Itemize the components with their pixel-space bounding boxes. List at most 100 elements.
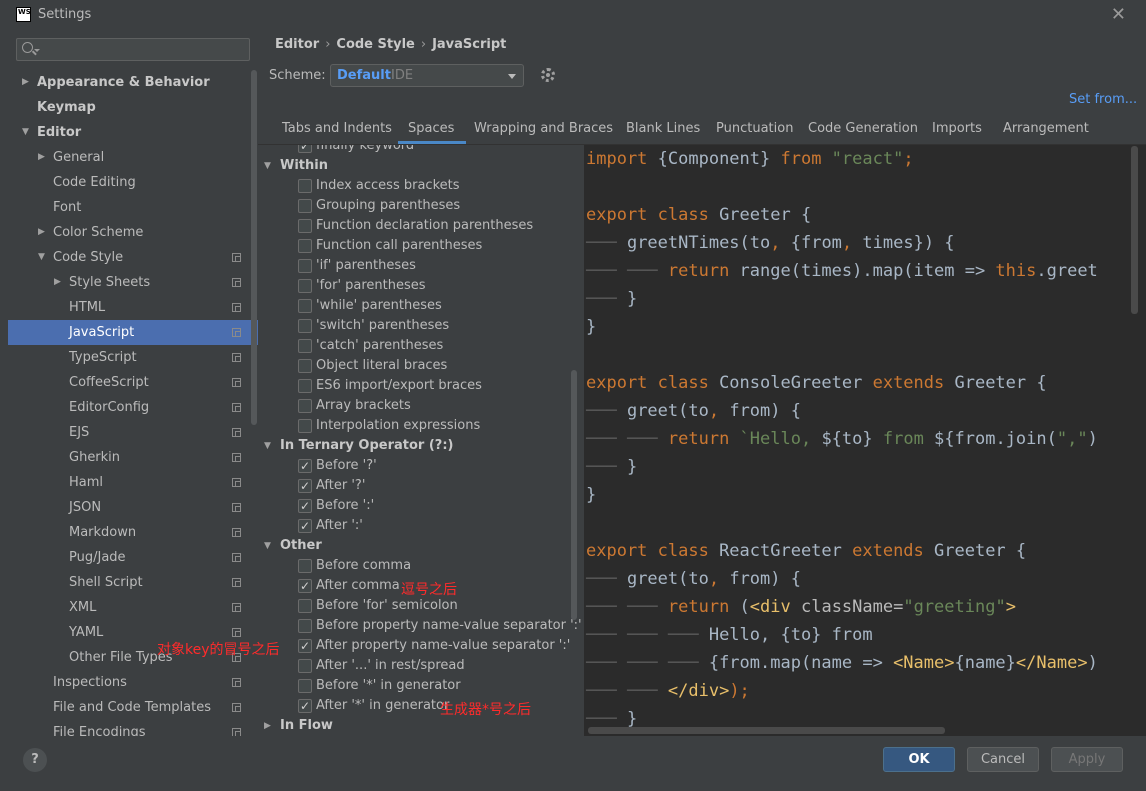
option-label[interactable]: finally keyword xyxy=(316,145,414,156)
scheme-select[interactable]: Default IDE xyxy=(330,64,524,87)
collapsed-arrow-icon[interactable]: ▶ xyxy=(54,270,64,295)
sidebar-item-keymap[interactable]: Keymap xyxy=(8,95,258,120)
collapsed-arrow-icon[interactable]: ▶ xyxy=(22,70,32,95)
sidebar-item-editor[interactable]: ▼ Editor xyxy=(8,120,258,145)
gear-icon[interactable] xyxy=(541,68,555,82)
tab-blank-lines[interactable]: Blank Lines xyxy=(626,117,700,144)
options-scrollbar[interactable] xyxy=(571,370,577,620)
option-checkbox[interactable] xyxy=(298,239,312,253)
tab-imports[interactable]: Imports xyxy=(932,117,982,144)
sidebar-item-shell-script[interactable]: Shell Script xyxy=(8,570,258,595)
option-section[interactable]: ▼ Other xyxy=(258,536,568,556)
option-label[interactable]: After '...' in rest/spread xyxy=(316,656,465,676)
sidebar-item-color-scheme[interactable]: ▶ Color Scheme xyxy=(8,220,258,245)
option-label[interactable]: Before comma xyxy=(316,556,411,576)
option-label[interactable]: After ':' xyxy=(316,516,363,536)
option-checkbox[interactable] xyxy=(298,319,312,333)
option-label[interactable]: 'catch' parentheses xyxy=(316,336,443,356)
option-label[interactable]: Before property name-value separator ':' xyxy=(316,616,582,636)
option-label[interactable]: 'if' parentheses xyxy=(316,256,416,276)
option-section[interactable]: ▼ Within xyxy=(258,156,568,176)
sidebar-item-markdown[interactable]: Markdown xyxy=(8,520,258,545)
tab-wrapping-and-braces[interactable]: Wrapping and Braces xyxy=(474,117,613,144)
option-label[interactable]: Before ':' xyxy=(316,496,374,516)
tab-arrangement[interactable]: Arrangement xyxy=(1003,117,1089,144)
option-label[interactable]: After '?' xyxy=(316,476,365,496)
sidebar-item-inspections[interactable]: Inspections xyxy=(8,670,258,695)
option-checkbox[interactable] xyxy=(298,476,312,496)
cancel-button[interactable]: Cancel xyxy=(967,747,1039,772)
option-label[interactable]: Before '*' in generator xyxy=(316,676,461,696)
set-from-link[interactable]: Set from... xyxy=(1069,92,1137,107)
expanded-arrow-icon[interactable]: ▼ xyxy=(38,245,48,270)
option-label[interactable]: After property name-value separator ':' xyxy=(316,636,570,656)
code-vertical-scrollbar[interactable] xyxy=(1131,146,1138,314)
sidebar-item-ejs[interactable]: EJS xyxy=(8,420,258,445)
option-checkbox[interactable] xyxy=(298,299,312,313)
sidebar-item-appearance-behavior[interactable]: ▶ Appearance & Behavior xyxy=(8,70,258,95)
option-checkbox[interactable] xyxy=(298,696,312,716)
option-checkbox[interactable] xyxy=(298,259,312,273)
tab-code-generation[interactable]: Code Generation xyxy=(808,117,918,144)
option-checkbox[interactable] xyxy=(298,199,312,213)
option-section[interactable]: ▶ In Flow xyxy=(258,716,568,736)
option-checkbox[interactable] xyxy=(298,659,312,673)
expanded-arrow-icon[interactable]: ▼ xyxy=(264,156,271,176)
option-checkbox[interactable] xyxy=(298,576,312,596)
option-label[interactable]: Before '?' xyxy=(316,456,377,476)
sidebar-item-json[interactable]: JSON xyxy=(8,495,258,520)
option-checkbox[interactable] xyxy=(298,179,312,193)
sidebar-item-coffeescript[interactable]: CoffeeScript xyxy=(8,370,258,395)
sidebar-item-typescript[interactable]: TypeScript xyxy=(8,345,258,370)
tab-punctuation[interactable]: Punctuation xyxy=(716,117,793,144)
expanded-arrow-icon[interactable]: ▼ xyxy=(22,120,32,145)
sidebar-item-xml[interactable]: XML xyxy=(8,595,258,620)
sidebar-item-font[interactable]: Font xyxy=(8,195,258,220)
collapsed-arrow-icon[interactable]: ▶ xyxy=(38,145,48,170)
option-checkbox[interactable] xyxy=(298,419,312,433)
option-label[interactable]: 'for' parentheses xyxy=(316,276,426,296)
option-label[interactable]: Index access brackets xyxy=(316,176,460,196)
option-checkbox[interactable] xyxy=(298,379,312,393)
option-checkbox[interactable] xyxy=(298,636,312,656)
sidebar-item-html[interactable]: HTML xyxy=(8,295,258,320)
option-label[interactable]: After '*' in generator xyxy=(316,696,449,716)
option-label[interactable]: Function declaration parentheses xyxy=(316,216,533,236)
close-icon[interactable]: ✕ xyxy=(1111,4,1126,25)
option-checkbox[interactable] xyxy=(298,145,312,156)
apply-button[interactable]: Apply xyxy=(1051,747,1123,772)
tab-tabs-and-indents[interactable]: Tabs and Indents xyxy=(282,117,392,144)
option-checkbox[interactable] xyxy=(298,279,312,293)
search-input[interactable] xyxy=(16,38,250,61)
option-label[interactable]: Before 'for' semicolon xyxy=(316,596,458,616)
option-checkbox[interactable] xyxy=(298,399,312,413)
sidebar-item-code-editing[interactable]: Code Editing xyxy=(8,170,258,195)
sidebar-item-pug-jade[interactable]: Pug/Jade xyxy=(8,545,258,570)
option-label[interactable]: Object literal braces xyxy=(316,356,447,376)
option-label[interactable]: Grouping parentheses xyxy=(316,196,460,216)
sidebar-item-editorconfig[interactable]: EditorConfig xyxy=(8,395,258,420)
option-checkbox[interactable] xyxy=(298,359,312,373)
tab-spaces[interactable]: Spaces xyxy=(398,117,467,144)
option-label[interactable]: Function call parentheses xyxy=(316,236,482,256)
collapsed-arrow-icon[interactable]: ▶ xyxy=(264,716,271,736)
expanded-arrow-icon[interactable]: ▼ xyxy=(264,536,271,556)
sidebar-item-haml[interactable]: Haml xyxy=(8,470,258,495)
option-label[interactable]: 'while' parentheses xyxy=(316,296,442,316)
option-checkbox[interactable] xyxy=(298,219,312,233)
option-checkbox[interactable] xyxy=(298,559,312,573)
sidebar-scrollbar[interactable] xyxy=(251,70,257,425)
option-checkbox[interactable] xyxy=(298,679,312,693)
option-label[interactable]: Interpolation expressions xyxy=(316,416,480,436)
option-section[interactable]: ▼ In Ternary Operator (?:) xyxy=(258,436,568,456)
option-checkbox[interactable] xyxy=(298,599,312,613)
help-button[interactable]: ? xyxy=(23,748,47,772)
option-label[interactable]: After comma xyxy=(316,576,400,596)
sidebar-item-general[interactable]: ▶ General xyxy=(8,145,258,170)
option-checkbox[interactable] xyxy=(298,516,312,536)
sidebar-item-style-sheets[interactable]: ▶ Style Sheets xyxy=(8,270,258,295)
sidebar-item-file-encodings[interactable]: File Encodings xyxy=(8,720,258,736)
code-horizontal-scrollbar[interactable] xyxy=(588,727,945,734)
option-checkbox[interactable] xyxy=(298,456,312,476)
option-checkbox[interactable] xyxy=(298,619,312,633)
